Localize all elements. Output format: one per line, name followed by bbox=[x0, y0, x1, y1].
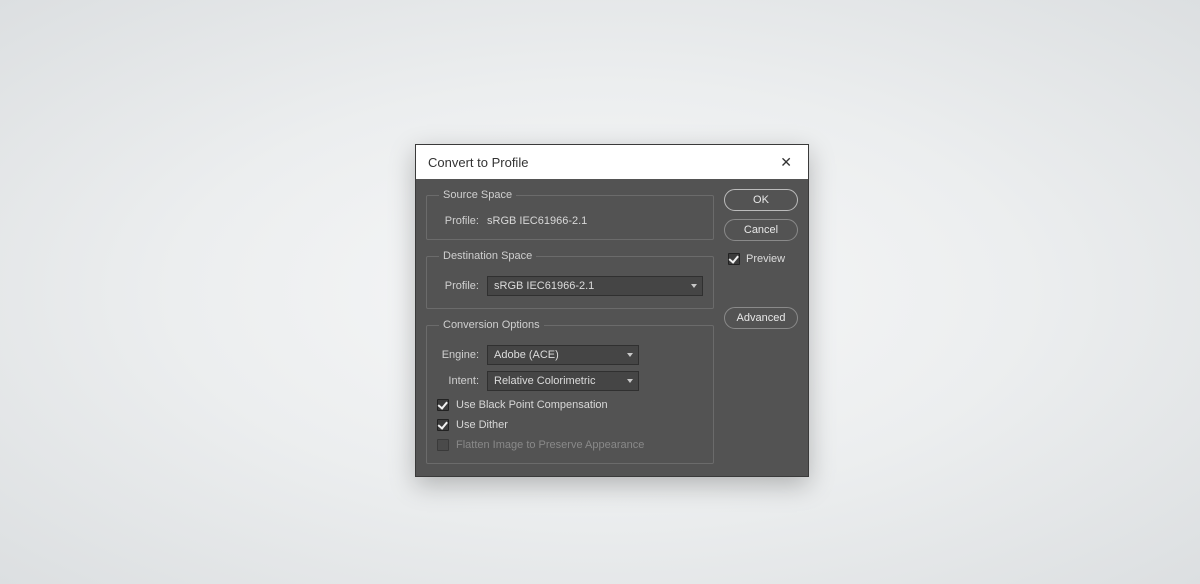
source-profile-value: sRGB IEC61966-2.1 bbox=[487, 215, 587, 227]
ok-button[interactable]: OK bbox=[724, 189, 798, 211]
convert-to-profile-dialog: Convert to Profile ✕ Source Space Profil… bbox=[415, 144, 809, 477]
intent-label: Intent: bbox=[437, 375, 479, 387]
destination-profile-label: Profile: bbox=[437, 280, 479, 292]
checkbox-icon bbox=[728, 253, 740, 265]
flatten-image-checkbox: Flatten Image to Preserve Appearance bbox=[437, 439, 703, 451]
source-space-legend: Source Space bbox=[439, 189, 516, 201]
source-space-group: Source Space Profile: sRGB IEC61966-2.1 bbox=[426, 189, 714, 240]
destination-space-legend: Destination Space bbox=[439, 250, 536, 262]
black-point-compensation-checkbox[interactable]: Use Black Point Compensation bbox=[437, 399, 703, 411]
engine-row: Engine: Adobe (ACE) bbox=[437, 345, 703, 365]
checkbox-icon bbox=[437, 439, 449, 451]
flatten-label: Flatten Image to Preserve Appearance bbox=[456, 439, 644, 451]
dither-label: Use Dither bbox=[456, 419, 508, 431]
checkbox-icon bbox=[437, 419, 449, 431]
intent-selected: Relative Colorimetric bbox=[494, 375, 595, 387]
bpc-label: Use Black Point Compensation bbox=[456, 399, 608, 411]
cancel-button[interactable]: Cancel bbox=[724, 219, 798, 241]
intent-row: Intent: Relative Colorimetric bbox=[437, 371, 703, 391]
engine-select[interactable]: Adobe (ACE) bbox=[487, 345, 639, 365]
destination-space-group: Destination Space Profile: sRGB IEC61966… bbox=[426, 250, 714, 309]
destination-profile-row: Profile: sRGB IEC61966-2.1 bbox=[437, 276, 703, 296]
use-dither-checkbox[interactable]: Use Dither bbox=[437, 419, 703, 431]
intent-select[interactable]: Relative Colorimetric bbox=[487, 371, 639, 391]
checkbox-icon bbox=[437, 399, 449, 411]
source-profile-label: Profile: bbox=[437, 215, 479, 227]
advanced-button[interactable]: Advanced bbox=[724, 307, 798, 329]
close-icon[interactable]: ✕ bbox=[776, 150, 796, 175]
dialog-right-column: OK Cancel Preview Advanced bbox=[724, 189, 798, 464]
chevron-down-icon bbox=[691, 284, 697, 288]
chevron-down-icon bbox=[627, 379, 633, 383]
chevron-down-icon bbox=[627, 353, 633, 357]
source-profile-row: Profile: sRGB IEC61966-2.1 bbox=[437, 215, 703, 227]
spacer bbox=[724, 273, 798, 299]
dialog-left-column: Source Space Profile: sRGB IEC61966-2.1 … bbox=[426, 189, 714, 464]
conversion-options-group: Conversion Options Engine: Adobe (ACE) I… bbox=[426, 319, 714, 464]
destination-profile-selected: sRGB IEC61966-2.1 bbox=[494, 280, 594, 292]
engine-label: Engine: bbox=[437, 349, 479, 361]
dialog-title: Convert to Profile bbox=[428, 155, 528, 170]
destination-profile-select[interactable]: sRGB IEC61966-2.1 bbox=[487, 276, 703, 296]
conversion-options-legend: Conversion Options bbox=[439, 319, 544, 331]
preview-checkbox[interactable]: Preview bbox=[724, 253, 798, 265]
preview-label: Preview bbox=[746, 253, 785, 265]
dialog-body: Source Space Profile: sRGB IEC61966-2.1 … bbox=[416, 179, 808, 476]
titlebar: Convert to Profile ✕ bbox=[416, 145, 808, 179]
engine-selected: Adobe (ACE) bbox=[494, 349, 559, 361]
